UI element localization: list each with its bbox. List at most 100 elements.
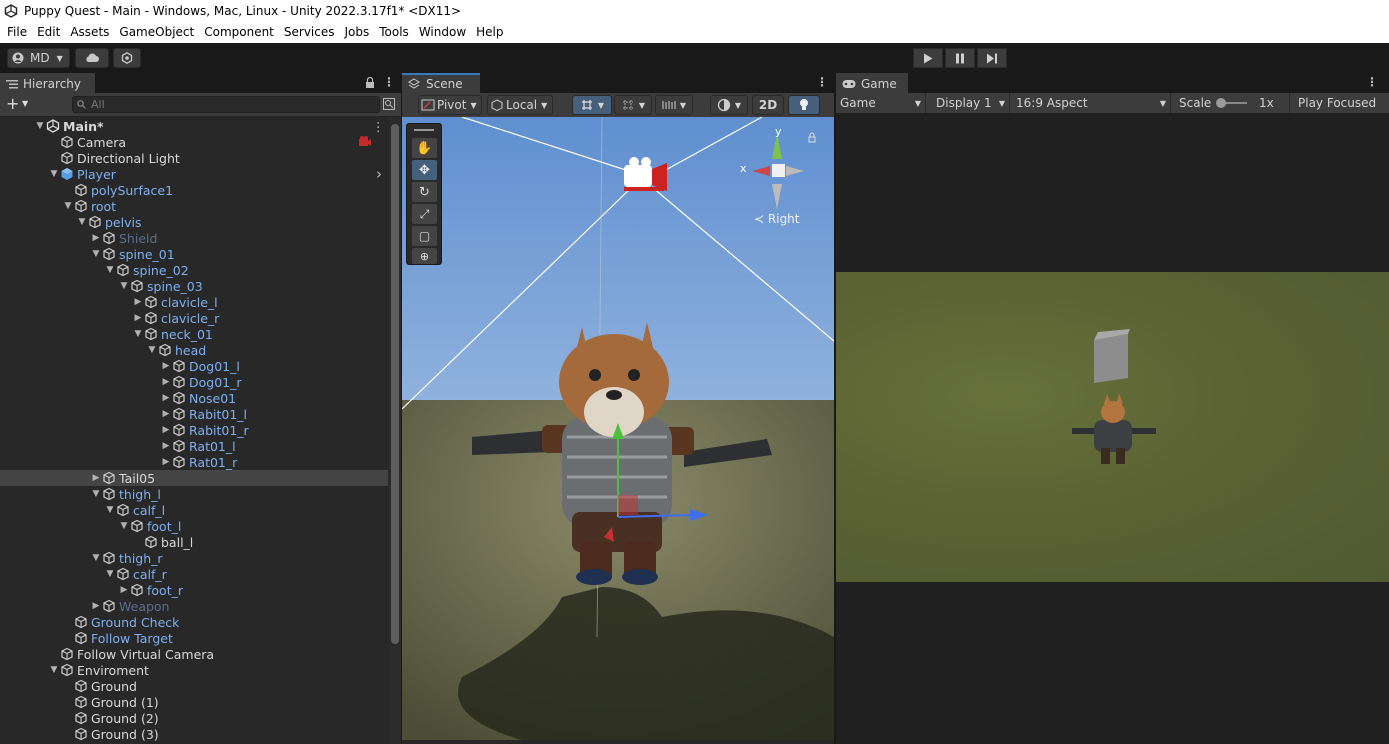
- hierarchy-scrollbar[interactable]: [389, 118, 401, 744]
- add-icon[interactable]: +: [6, 94, 19, 113]
- collapse-arrow-icon[interactable]: ▶: [160, 441, 172, 451]
- game-viewport[interactable]: [836, 272, 1389, 582]
- rotate-tool-button[interactable]: ↻: [412, 182, 437, 202]
- collapse-arrow-icon[interactable]: ▶: [160, 361, 172, 371]
- hierarchy-row[interactable]: ▶ clavicle_r: [0, 310, 388, 326]
- hierarchy-row[interactable]: ▼ Main* ⋮: [0, 118, 388, 134]
- lighting-toggle[interactable]: [788, 95, 820, 115]
- increment-snap-toggle[interactable]: ▼: [614, 95, 652, 115]
- collapse-arrow-icon[interactable]: ▶: [160, 393, 172, 403]
- hierarchy-row[interactable]: ▶ Rat01_r: [0, 454, 388, 470]
- expand-arrow-icon[interactable]: ▼: [90, 249, 102, 259]
- menu-assets[interactable]: Assets: [65, 22, 114, 43]
- menu-edit[interactable]: Edit: [32, 22, 65, 43]
- hierarchy-row[interactable]: Follow Target: [0, 630, 388, 646]
- expand-arrow-icon[interactable]: ▼: [104, 569, 116, 579]
- tab-game[interactable]: Game: [836, 73, 908, 93]
- ruler-dropdown[interactable]: ▼: [655, 95, 693, 115]
- collapse-arrow-icon[interactable]: ▶: [132, 297, 144, 307]
- tab-hierarchy[interactable]: Hierarchy: [0, 73, 95, 93]
- collapse-arrow-icon[interactable]: ▶: [118, 585, 130, 595]
- menu-jobs[interactable]: Jobs: [340, 22, 375, 43]
- play-button[interactable]: [913, 48, 943, 68]
- collapse-arrow-icon[interactable]: ▶: [90, 601, 102, 611]
- pivot-dropdown[interactable]: Pivot ▼: [418, 95, 482, 115]
- hierarchy-scrollbar-thumb[interactable]: [391, 124, 399, 644]
- hierarchy-row[interactable]: ▶ foot_r: [0, 582, 388, 598]
- collab-button[interactable]: [113, 48, 141, 68]
- display-dropdown[interactable]: Display 1 ▼: [932, 93, 1010, 113]
- toggle-2d-button[interactable]: 2D: [752, 95, 784, 115]
- grid-snap-toggle[interactable]: ▼: [572, 95, 612, 115]
- lock-icon[interactable]: [365, 77, 375, 89]
- expand-arrow-icon[interactable]: ▼: [146, 345, 158, 355]
- menu-file[interactable]: File: [2, 22, 32, 43]
- hierarchy-row[interactable]: ▼ foot_l: [0, 518, 388, 534]
- expand-arrow-icon[interactable]: ▼: [118, 521, 130, 531]
- hierarchy-search-input[interactable]: All: [72, 96, 380, 113]
- hierarchy-row[interactable]: ▼ spine_01: [0, 246, 388, 262]
- menu-window[interactable]: Window: [414, 22, 471, 43]
- menu-gameobject[interactable]: GameObject: [114, 22, 199, 43]
- menu-help[interactable]: Help: [471, 22, 508, 43]
- hierarchy-row[interactable]: polySurface1: [0, 182, 388, 198]
- hierarchy-row[interactable]: ▼ Enviroment: [0, 662, 388, 678]
- game-mode-dropdown[interactable]: Game ▼: [836, 93, 926, 113]
- pause-button[interactable]: [945, 48, 975, 68]
- rect-tool-button[interactable]: ▢: [412, 226, 437, 246]
- tab-scene[interactable]: Scene: [402, 73, 480, 93]
- expand-arrow-icon[interactable]: ▼: [62, 201, 74, 211]
- expand-arrow-icon[interactable]: ▼: [48, 665, 60, 675]
- hierarchy-row[interactable]: ▼ spine_03: [0, 278, 388, 294]
- expand-arrow-icon[interactable]: ▼: [48, 169, 60, 179]
- hierarchy-row[interactable]: ▼ head: [0, 342, 388, 358]
- collapse-arrow-icon[interactable]: ▶: [90, 473, 102, 483]
- scale-slider-thumb[interactable]: [1216, 98, 1226, 108]
- hierarchy-row[interactable]: ▼ root: [0, 198, 388, 214]
- hierarchy-row[interactable]: ▶ Dog01_r: [0, 374, 388, 390]
- hierarchy-row[interactable]: Ground (2): [0, 710, 388, 726]
- shading-mode-dropdown[interactable]: ▼: [710, 95, 748, 115]
- expand-arrow-icon[interactable]: ▼: [34, 121, 46, 131]
- hierarchy-row[interactable]: ▶ Rat01_l: [0, 438, 388, 454]
- add-dropdown-chevron-icon[interactable]: ▼: [22, 99, 28, 108]
- expand-arrow-icon[interactable]: ▼: [90, 553, 102, 563]
- play-focused-dropdown[interactable]: Play Focused: [1294, 93, 1389, 113]
- expand-arrow-icon[interactable]: ▼: [118, 281, 130, 291]
- expand-arrow-icon[interactable]: ▼: [104, 265, 116, 275]
- hierarchy-row[interactable]: ▶ Dog01_l: [0, 358, 388, 374]
- aspect-dropdown[interactable]: 16:9 Aspect ▼: [1012, 93, 1171, 113]
- hierarchy-row[interactable]: Follow Virtual Camera: [0, 646, 388, 662]
- hierarchy-row[interactable]: ▼ Player ›: [0, 165, 388, 183]
- search-options-icon[interactable]: [383, 98, 395, 110]
- hierarchy-row[interactable]: ▼ spine_02: [0, 262, 388, 278]
- hand-tool-button[interactable]: ✋: [412, 138, 437, 158]
- collapse-arrow-icon[interactable]: ▶: [160, 377, 172, 387]
- hierarchy-row[interactable]: ▼ thigh_r: [0, 550, 388, 566]
- hierarchy-row[interactable]: ▼ thigh_l: [0, 486, 388, 502]
- scene-viewport[interactable]: y x ≺ Right ✋ ✥ ↻ ⤢ ▢ ⊕: [402, 117, 834, 740]
- hierarchy-row[interactable]: ▶ Rabit01_r: [0, 422, 388, 438]
- hierarchy-row[interactable]: ▼ calf_l: [0, 502, 388, 518]
- expand-arrow-icon[interactable]: ▼: [90, 489, 102, 499]
- hierarchy-row[interactable]: ▶ Rabit01_l: [0, 406, 388, 422]
- hierarchy-row[interactable]: ▶ Nose01: [0, 390, 388, 406]
- gizmo-view-label[interactable]: ≺ Right: [754, 212, 800, 226]
- collapse-arrow-icon[interactable]: ▶: [90, 233, 102, 243]
- hierarchy-row[interactable]: ball_l: [0, 534, 388, 550]
- menu-component[interactable]: Component: [199, 22, 279, 43]
- collapse-arrow-icon[interactable]: ▶: [160, 457, 172, 467]
- hierarchy-row[interactable]: ▶ clavicle_l: [0, 294, 388, 310]
- more-options-icon[interactable]: ⋮: [383, 75, 395, 89]
- hierarchy-row[interactable]: Camera: [0, 134, 388, 150]
- collapse-arrow-icon[interactable]: ▶: [132, 313, 144, 323]
- game-more-icon[interactable]: ⋮: [1366, 75, 1378, 89]
- collapse-arrow-icon[interactable]: ▶: [160, 425, 172, 435]
- hierarchy-row[interactable]: ▶ Shield: [0, 230, 388, 246]
- hierarchy-row[interactable]: Directional Light: [0, 150, 388, 166]
- hierarchy-row[interactable]: ▼ pelvis: [0, 214, 388, 230]
- scene-more-icon[interactable]: ⋮: [816, 75, 828, 89]
- collapse-arrow-icon[interactable]: ▶: [160, 409, 172, 419]
- transform-tool-button[interactable]: ⊕: [412, 248, 437, 264]
- hierarchy-row[interactable]: ▶ Tail05: [0, 470, 388, 486]
